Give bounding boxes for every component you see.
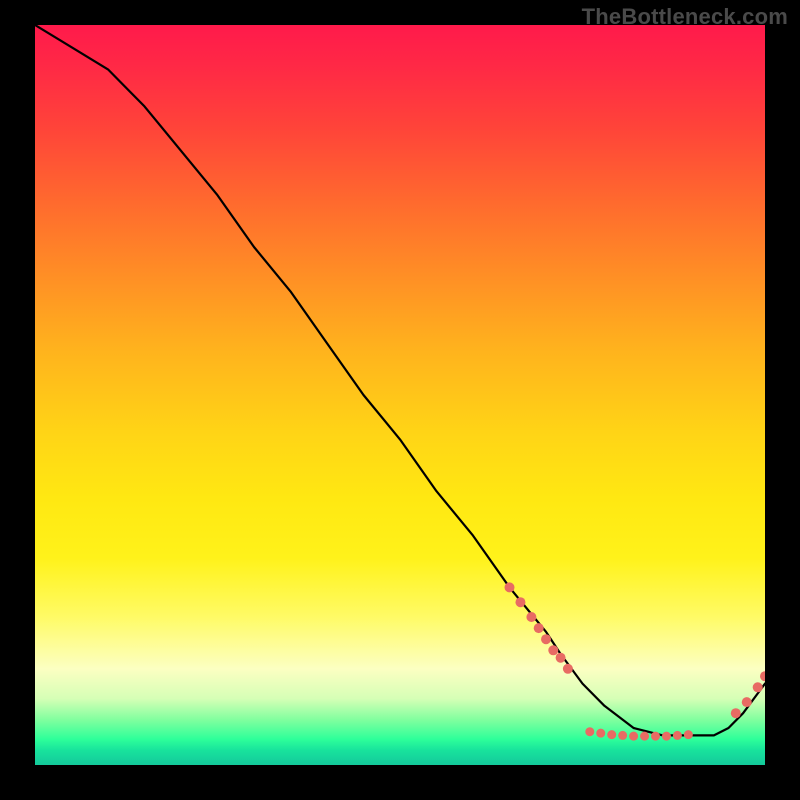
marker-point	[684, 730, 693, 739]
marker-point	[585, 727, 594, 736]
marker-point	[673, 731, 682, 740]
marker-point	[662, 732, 671, 741]
marker-point	[534, 623, 544, 633]
marker-group-rise	[731, 671, 765, 718]
marker-point	[548, 645, 558, 655]
marker-point	[640, 732, 649, 741]
marker-point	[556, 653, 566, 663]
plot-area	[35, 25, 765, 765]
marker-point	[618, 731, 627, 740]
marker-point	[651, 732, 660, 741]
marker-point	[629, 732, 638, 741]
marker-point	[731, 708, 741, 718]
marker-point	[505, 582, 515, 592]
marker-point	[760, 671, 765, 681]
marker-point	[515, 597, 525, 607]
marker-point	[753, 682, 763, 692]
marker-point	[541, 634, 551, 644]
marker-point	[607, 730, 616, 739]
chart-overlay	[35, 25, 765, 765]
watermark-label: TheBottleneck.com	[582, 4, 788, 30]
marker-point	[563, 664, 573, 674]
curve-line	[35, 25, 765, 735]
marker-point	[526, 612, 536, 622]
marker-point	[742, 697, 752, 707]
chart-frame: TheBottleneck.com	[0, 0, 800, 800]
marker-point	[596, 729, 605, 738]
marker-group-dense	[505, 582, 573, 673]
